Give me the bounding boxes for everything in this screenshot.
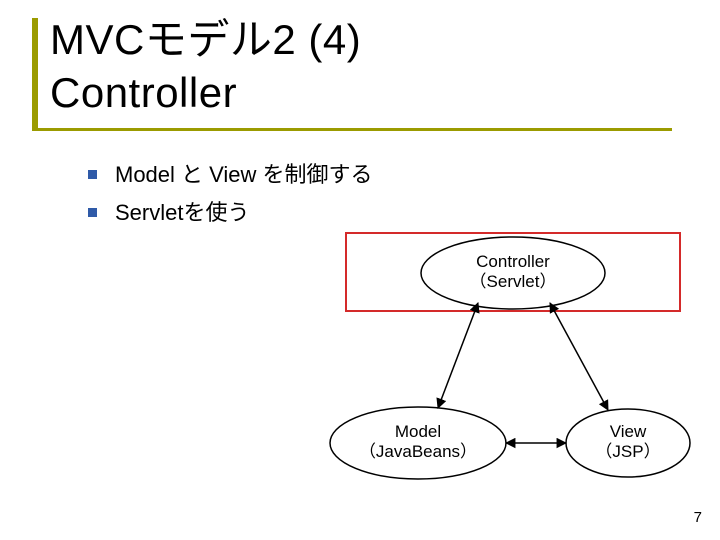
view-label-1: View (610, 422, 647, 441)
edge-controller-model (438, 303, 478, 408)
bullet-text: Servletを使う (115, 198, 249, 228)
view-label-2: （JSP） (595, 442, 660, 461)
mvc-diagram: Controller （Servlet） Model （JavaBeans） V… (328, 225, 698, 505)
slide: MVCモデル2 (4) Controller Model と View を制御す… (0, 0, 720, 540)
title-accent-bar (32, 18, 38, 128)
diagram-svg: Controller （Servlet） Model （JavaBeans） V… (328, 225, 698, 505)
model-label-2: （JavaBeans） (359, 442, 477, 461)
model-label-1: Model (395, 422, 441, 441)
list-item: Model と View を制御する (88, 160, 378, 190)
bullet-square-icon (88, 208, 97, 217)
title-line-2: Controller (50, 69, 237, 116)
controller-label-2: （Servlet） (470, 272, 557, 291)
slide-title: MVCモデル2 (4) Controller (50, 14, 361, 119)
controller-label-1: Controller (476, 252, 550, 271)
bullet-square-icon (88, 170, 97, 179)
title-line-1: MVCモデル2 (4) (50, 16, 361, 63)
title-underline (32, 128, 672, 131)
list-item: Servletを使う (88, 198, 378, 228)
edge-controller-view (550, 303, 608, 410)
bullet-text: Model と View を制御する (115, 160, 373, 190)
page-number: 7 (694, 509, 702, 526)
